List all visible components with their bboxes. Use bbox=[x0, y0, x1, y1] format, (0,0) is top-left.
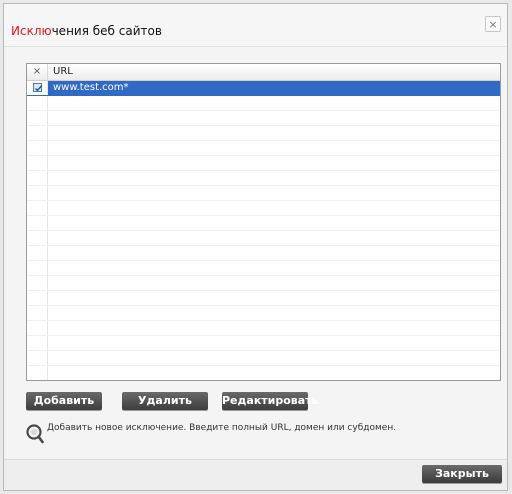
table-row[interactable] bbox=[27, 366, 500, 380]
row-url-cell bbox=[48, 336, 500, 350]
row-url-cell bbox=[48, 261, 500, 275]
table-row[interactable] bbox=[27, 351, 500, 366]
row-url-cell bbox=[48, 96, 500, 110]
row-check-cell bbox=[27, 81, 48, 95]
table-row[interactable] bbox=[27, 186, 500, 201]
add-button[interactable]: Добавить bbox=[26, 392, 102, 410]
table-header: × URL bbox=[27, 64, 500, 81]
header-url-column[interactable]: URL bbox=[48, 64, 500, 80]
row-check-cell bbox=[27, 321, 48, 335]
row-check-cell bbox=[27, 306, 48, 320]
row-check-cell bbox=[27, 171, 48, 185]
close-icon[interactable]: × bbox=[485, 16, 501, 32]
dialog-footer: Закрыть bbox=[4, 459, 507, 490]
dialog-title: Исключения беб сайтов bbox=[11, 24, 162, 38]
table-row[interactable] bbox=[27, 171, 500, 186]
row-url-cell bbox=[48, 366, 500, 380]
row-url-cell bbox=[48, 171, 500, 185]
checkmark-icon bbox=[34, 85, 42, 92]
row-url-cell[interactable]: www.test.com* bbox=[48, 81, 500, 95]
row-check-cell bbox=[27, 186, 48, 200]
header-check-column[interactable]: × bbox=[27, 64, 48, 80]
row-url-cell bbox=[48, 111, 500, 125]
row-url-cell bbox=[48, 321, 500, 335]
row-check-cell bbox=[27, 231, 48, 245]
table-row[interactable] bbox=[27, 306, 500, 321]
row-check-cell bbox=[27, 366, 48, 380]
table-row[interactable] bbox=[27, 321, 500, 336]
row-url-cell bbox=[48, 126, 500, 140]
row-check-cell bbox=[27, 261, 48, 275]
table-row[interactable] bbox=[27, 201, 500, 216]
row-check-cell bbox=[27, 351, 48, 365]
row-url-cell bbox=[48, 291, 500, 305]
row-check-cell bbox=[27, 216, 48, 230]
table-row[interactable] bbox=[27, 231, 500, 246]
table-row[interactable] bbox=[27, 141, 500, 156]
table-row[interactable]: www.test.com* bbox=[27, 81, 500, 96]
row-check-cell bbox=[27, 141, 48, 155]
delete-button[interactable]: Удалить bbox=[122, 392, 208, 410]
row-check-cell bbox=[27, 246, 48, 260]
dialog-title-accent: Исклю bbox=[11, 24, 52, 38]
info-text: Добавить новое исключение. Введите полны… bbox=[47, 423, 397, 433]
close-button[interactable]: Закрыть bbox=[422, 465, 502, 483]
row-url-cell bbox=[48, 156, 500, 170]
title-bar: Исключения беб сайтов × bbox=[4, 4, 507, 47]
row-url-cell bbox=[48, 306, 500, 320]
exclusions-dialog: Исключения беб сайтов × × URL www.test.c… bbox=[3, 3, 508, 491]
table-row[interactable] bbox=[27, 261, 500, 276]
table-row[interactable] bbox=[27, 291, 500, 306]
table-row[interactable] bbox=[27, 336, 500, 351]
row-url-cell bbox=[48, 246, 500, 260]
row-check-cell bbox=[27, 126, 48, 140]
row-url-cell bbox=[48, 186, 500, 200]
edit-button[interactable]: Редактировать bbox=[222, 392, 319, 410]
table-row[interactable] bbox=[27, 111, 500, 126]
row-check-cell bbox=[27, 336, 48, 350]
table-row[interactable] bbox=[27, 156, 500, 171]
row-url-cell bbox=[48, 231, 500, 245]
row-check-cell bbox=[27, 156, 48, 170]
table-row[interactable] bbox=[27, 246, 500, 261]
row-checkbox[interactable] bbox=[32, 83, 42, 92]
row-check-cell bbox=[27, 276, 48, 290]
row-url-cell bbox=[48, 216, 500, 230]
table-row[interactable] bbox=[27, 126, 500, 141]
search-info-icon bbox=[26, 424, 44, 444]
info-panel: Добавить новое исключение. Введите полны… bbox=[26, 417, 499, 455]
row-url-cell bbox=[48, 276, 500, 290]
empty-rows bbox=[27, 96, 500, 380]
dialog-title-rest: чения беб сайтов bbox=[51, 24, 162, 38]
row-check-cell bbox=[27, 291, 48, 305]
row-url-cell bbox=[48, 141, 500, 155]
row-check-cell bbox=[27, 201, 48, 215]
row-check-cell bbox=[27, 111, 48, 125]
row-url-cell bbox=[48, 351, 500, 365]
row-url-cell bbox=[48, 201, 500, 215]
table-row[interactable] bbox=[27, 216, 500, 231]
exclusions-table: × URL www.test.com* bbox=[26, 63, 501, 381]
table-row[interactable] bbox=[27, 276, 500, 291]
row-check-cell bbox=[27, 96, 48, 110]
table-row[interactable] bbox=[27, 96, 500, 111]
